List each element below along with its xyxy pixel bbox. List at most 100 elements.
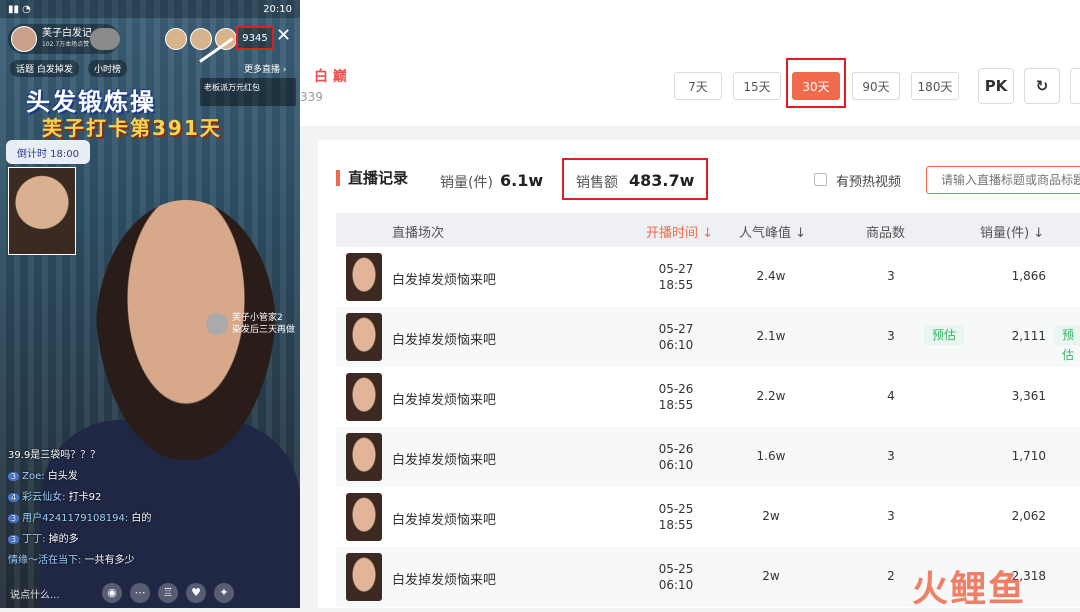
phone-bottom-bar: 说点什么... ◉ ⋯ ♖ ♥ ✦ (0, 578, 300, 608)
start-time: 05-25 18:55 (658, 502, 694, 532)
col-start-time[interactable]: 开播时间 ↓ (646, 222, 713, 241)
table-row[interactable]: 白发掉发烦恼来吧 05-27 06:10 2.1w 3 预估 2,111 预估 (336, 307, 1080, 367)
promo-banner[interactable]: 老板派万元红包 (200, 78, 296, 106)
table-header: 直播场次 开播时间 ↓ 人气峰值 ↓ 商品数 销量(件) ↓ (336, 213, 1080, 247)
start-time: 05-27 06:10 (658, 322, 694, 352)
account-id: 339 (300, 90, 323, 104)
session-title[interactable]: 白发掉发烦恼来吧 (392, 569, 496, 588)
start-time: 05-26 18:55 (658, 382, 694, 412)
table-row[interactable]: 白发掉发烦恼来吧 05-27 18:55 2.4w 3 1,866 (336, 247, 1080, 307)
say-something-input[interactable]: 说点什么... (10, 586, 94, 601)
sales-count-value: 6.1w (500, 171, 544, 190)
pk-button[interactable]: PK (978, 68, 1014, 104)
search-input[interactable] (926, 166, 1080, 194)
start-time: 05-25 06:10 (658, 562, 694, 592)
range-90-days[interactable]: 90天 (852, 72, 900, 100)
sales-count: 2,062 (1011, 509, 1046, 523)
peak-viewers: 2w (762, 509, 780, 523)
goods-count: 4 (887, 389, 895, 403)
session-thumbnail[interactable] (346, 373, 382, 421)
highlight-box-range (786, 58, 846, 108)
goods-count: 3 (887, 329, 895, 343)
peak-viewers: 2.1w (756, 329, 786, 343)
host-avatar (11, 26, 37, 52)
account-header: 白 巅 339 7天 15天 30天 90天 180天 PK ↻ (300, 44, 1080, 126)
manager-avatar (206, 313, 228, 335)
table-row[interactable]: 白发掉发烦恼来吧 05-25 18:55 2w 3 2,062 (336, 487, 1080, 547)
live-records-panel: 直播记录 销量(件) 6.1w 销售额 483.7w 有预热视频 直播场次 开播… (318, 140, 1080, 608)
session-title[interactable]: 白发掉发烦恼来吧 (392, 329, 496, 348)
more-icon[interactable]: ⋯ (130, 583, 150, 603)
status-time: 20:10 (263, 3, 292, 15)
sales-amount-value: 483.7w (629, 171, 695, 190)
chat-message: 3 用户4241179108194: 白的 (8, 509, 151, 524)
col-sales[interactable]: 销量(件) ↓ (980, 222, 1044, 241)
heart-icon[interactable]: ♥ (186, 583, 206, 603)
signal-icon: ▮▮ ◔ (8, 3, 31, 15)
chat-message: 情缘～活在当下: 一共有多少 (8, 555, 135, 566)
countdown-timer: 倒计时 18:00 (6, 140, 90, 164)
gift-icon[interactable]: ✦ (214, 583, 234, 603)
estimate-tag: 预估 (1054, 325, 1080, 362)
goods-count: 3 (887, 269, 895, 283)
watermark-logo: 火鲤鱼 (912, 569, 1027, 610)
session-title[interactable]: 白发掉发烦恼来吧 (392, 449, 496, 468)
manager-name: 芙子小管家2 (232, 313, 283, 323)
session-thumbnail[interactable] (346, 493, 382, 541)
goods-count: 3 (887, 509, 895, 523)
topic-badge[interactable]: 话题 白发掉发 (10, 60, 79, 77)
preheat-video-label[interactable]: 有预热视频 (836, 171, 901, 190)
host-name: 芙子白发记 (42, 28, 92, 39)
range-7-days[interactable]: 7天 (674, 72, 722, 100)
hour-rank-badge[interactable]: 小时榜 (88, 60, 128, 77)
col-session: 直播场次 (392, 226, 445, 241)
peak-viewers: 1.6w (756, 449, 786, 463)
mic-icon[interactable]: ◉ (102, 583, 122, 603)
section-title: 直播记录 (336, 170, 408, 186)
table-row[interactable]: 白发掉发烦恼来吧 05-26 06:10 1.6w 3 1,710 (336, 427, 1080, 487)
goods-count: 2 (887, 569, 895, 583)
refresh-icon[interactable]: ↻ (1024, 68, 1060, 104)
manager-message: 芙子小管家2 染发后三天再做 (206, 312, 295, 336)
chat-message: 3 Zoe: 白头发 (8, 467, 78, 482)
session-thumbnail[interactable] (346, 433, 382, 481)
follow-heart-icon[interactable] (90, 28, 120, 50)
sales-count-label: 销量(件) (440, 175, 493, 191)
preheat-video-checkbox[interactable] (814, 173, 827, 186)
sales-count: 1,710 (1011, 449, 1046, 463)
chat-message: 39.9是三袋吗？？？ (8, 450, 101, 461)
search-icon[interactable] (1070, 68, 1080, 104)
phone-status-bar: ▮▮ ◔ 20:10 (0, 0, 300, 18)
goods-count: 3 (887, 449, 895, 463)
account-name: 白 巅 (314, 69, 347, 85)
session-title[interactable]: 白发掉发烦恼来吧 (392, 269, 496, 288)
session-thumbnail[interactable] (346, 253, 382, 301)
chat-message: 4 彩云仙女: 打卡92 (8, 488, 101, 503)
range-180-days[interactable]: 180天 (911, 72, 959, 100)
range-15-days[interactable]: 15天 (733, 72, 781, 100)
cart-icon[interactable]: ♖ (158, 583, 178, 603)
start-time: 05-26 06:10 (658, 442, 694, 472)
session-title[interactable]: 白发掉发烦恼来吧 (392, 509, 496, 528)
session-thumbnail[interactable] (346, 553, 382, 601)
session-title[interactable]: 白发掉发烦恼来吧 (392, 389, 496, 408)
table-row[interactable]: 白发掉发烦恼来吧 05-26 18:55 2.2w 4 3,361 (336, 367, 1080, 427)
peak-viewers: 2.2w (756, 389, 786, 403)
sales-count: 3,361 (1011, 389, 1046, 403)
session-thumbnail[interactable] (346, 313, 382, 361)
sales-amount-label: 销售额 (576, 175, 618, 191)
stream-banner-subtitle: 芙子打卡第391天 (42, 116, 222, 140)
col-peak[interactable]: 人气峰值 ↓ (739, 222, 806, 241)
start-time: 05-27 18:55 (658, 262, 694, 292)
fan-avatars[interactable] (165, 28, 237, 50)
peak-viewers: 2.4w (756, 269, 786, 283)
close-icon[interactable]: ✕ (276, 26, 291, 46)
sales-count: 2,111 (1011, 329, 1046, 343)
peak-viewers: 2w (762, 569, 780, 583)
more-live-link[interactable]: 更多直播 › (244, 62, 286, 75)
sales-count: 1,866 (1011, 269, 1046, 283)
top-bar (300, 0, 1080, 44)
live-stream-screenshot: ▮▮ ◔ 20:10 芙子白发记 102.7万本场点赞 9345 ✕ 话题 白发… (0, 0, 300, 608)
manager-text: 染发后三天再做 (232, 325, 296, 335)
demo-thumbnail[interactable] (8, 167, 76, 255)
